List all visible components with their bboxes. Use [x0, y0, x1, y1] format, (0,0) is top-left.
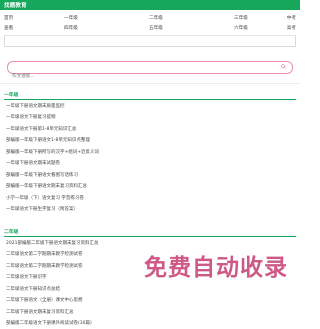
section-header-grade-1: 一年级 — [4, 89, 296, 100]
list-item[interactable]: 一年级语文下册第1-8单元知识汇总 — [6, 123, 294, 135]
list-item[interactable]: 一年级下册语文期末试题卷 — [6, 158, 294, 170]
search-icon[interactable] — [281, 64, 286, 69]
nav-link-gaokao[interactable]: 高考 — [274, 25, 296, 31]
section-title[interactable]: 一年级 — [4, 91, 18, 99]
search-input[interactable] — [12, 71, 212, 82]
nav-link-grade-5[interactable]: 五年级 — [149, 25, 234, 31]
nav-link-zhongkao[interactable]: 中考 — [274, 15, 296, 21]
spacer — [0, 215, 300, 221]
list-item[interactable]: 一年级语文下册复习提纲 — [6, 112, 294, 124]
nav-link-view[interactable]: 查看 — [4, 25, 64, 31]
list-item[interactable]: 二年级下册语文（全册）课文中心思想 — [6, 295, 294, 307]
banner-placeholder — [4, 35, 296, 47]
nav-link-home[interactable]: 首页 — [4, 15, 64, 21]
site-logo[interactable]: 找题教育 — [4, 1, 27, 9]
list-item[interactable]: 一年级语文下册生字复习（附答案） — [6, 204, 294, 216]
divider — [0, 83, 300, 84]
nav-link-grade-6[interactable]: 六年级 — [234, 25, 274, 31]
search-area — [0, 47, 300, 74]
nav-row-2: 查看 四年级 五年级 六年级 高考 — [4, 23, 296, 33]
list-item[interactable]: 部编版一年级下册语文期末复习资料汇总 — [6, 181, 294, 193]
top-header: 找题教育 — [0, 0, 300, 10]
nav-link-grade-2[interactable]: 二年级 — [149, 15, 234, 21]
list-item[interactable]: 一年级下册语文期末质量监控 — [6, 100, 294, 112]
section-title[interactable]: 二年级 — [4, 228, 18, 236]
list-item[interactable]: 2021部编版二年级下册语文期末复习资料汇总 — [6, 237, 294, 249]
list-item[interactable]: 部编版二年级语文下册课外阅读试卷(30篇) — [6, 318, 294, 329]
search-box — [7, 61, 293, 74]
section-header-grade-2: 二年级 — [4, 226, 296, 237]
list-item[interactable]: 二年级下册语文期末复习资料汇总 — [6, 306, 294, 318]
list-item[interactable]: 部编版一年级下册语文看图写话练习 — [6, 169, 294, 181]
list-item[interactable]: 二年级语文下册知识点总结 — [6, 283, 294, 295]
list-item[interactable]: 小学一年级（下）语文复习 字音练习卷 — [6, 192, 294, 204]
nav-link-grade-1[interactable]: 一年级 — [64, 15, 149, 21]
watermark-text: 免费自动收录 — [144, 248, 288, 282]
main-nav: 首页 一年级 二年级 三年级 中考 查看 四年级 五年级 六年级 高考 — [0, 10, 300, 33]
article-list-grade-1: 一年级下册语文期末质量监控 一年级语文下册复习提纲 一年级语文下册第1-8单元知… — [6, 100, 294, 215]
list-item[interactable]: 部编版一年级下册所写的汉字+组词+近反义词 — [6, 146, 294, 158]
list-item[interactable]: 部编版一年级下册语文1-8单元知识点整理 — [6, 135, 294, 147]
nav-row-1: 首页 一年级 二年级 三年级 中考 — [4, 13, 296, 23]
nav-link-grade-4[interactable]: 四年级 — [64, 25, 149, 31]
nav-link-grade-3[interactable]: 三年级 — [234, 15, 274, 21]
